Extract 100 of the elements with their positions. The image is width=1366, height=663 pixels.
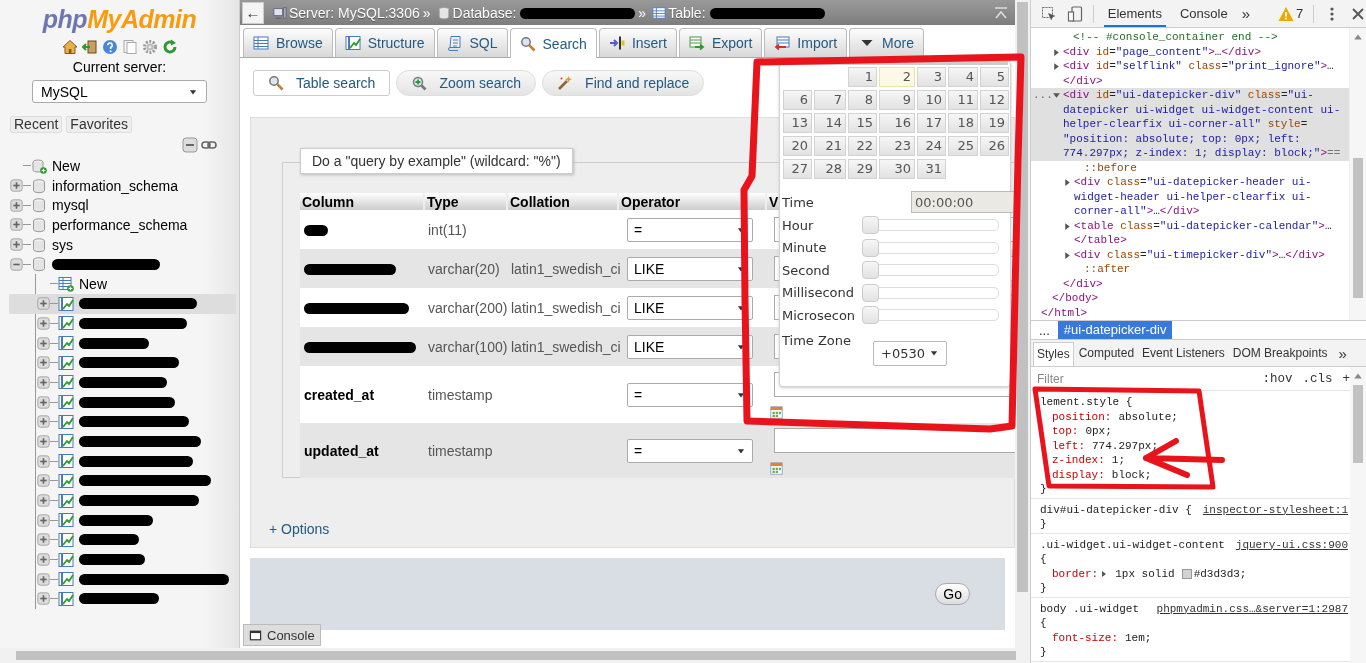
source-link[interactable]: jquery-ui.css:900 (1235, 537, 1348, 552)
slider[interactable] (862, 306, 999, 325)
warning-count[interactable]: 7 (1296, 6, 1304, 21)
expander-icon[interactable] (10, 238, 23, 252)
tab[interactable]: Insert (598, 28, 677, 57)
sidebar-button[interactable]: Recent (10, 116, 63, 133)
expander-icon[interactable] (37, 592, 50, 606)
dom-node[interactable]: <table class="ui-datepicker-calendar">… </table> (1031, 218, 1349, 248)
path-item[interactable]: #ui-datepicker-div (1057, 321, 1173, 339)
color-swatch[interactable] (1181, 568, 1192, 579)
expander-icon[interactable] (37, 415, 50, 429)
dom-node[interactable]: ::before (1031, 160, 1349, 175)
filter-field[interactable]: Filter (1037, 371, 1253, 386)
tab[interactable]: SQL (436, 28, 508, 57)
calendar-day[interactable]: 20 (783, 136, 812, 156)
toolbar-button[interactable]: + (1342, 371, 1350, 386)
expander-icon[interactable] (10, 198, 23, 212)
slider[interactable] (862, 283, 999, 302)
tree-item[interactable]: sys (52, 236, 73, 253)
dom-node[interactable]: </html> (1031, 305, 1349, 320)
home-icon[interactable] (61, 39, 78, 55)
tab[interactable]: Search (509, 28, 597, 58)
expander-icon[interactable] (37, 434, 50, 448)
expand-icon[interactable] (1052, 91, 1061, 100)
slider[interactable] (862, 261, 999, 280)
arrow-up-icon[interactable] (1353, 32, 1363, 42)
settings-icon[interactable] (141, 39, 158, 55)
css-property[interactable]: display: block; (1040, 467, 1152, 482)
slider-thumb[interactable] (862, 238, 879, 257)
collapse-all-icon[interactable] (182, 137, 198, 153)
calendar-day[interactable]: 24 (917, 136, 946, 156)
expand-icon[interactable] (1052, 62, 1061, 71)
operator-select[interactable]: = (627, 382, 753, 407)
calendar-day[interactable]: 1 (848, 67, 877, 87)
calendar-day[interactable]: 5 (980, 67, 1009, 87)
tree-item[interactable]: performance_schema (52, 216, 188, 233)
scrollbar[interactable] (1350, 367, 1366, 663)
css-property[interactable]: left: 774.297px; (1040, 438, 1159, 453)
expand-icon[interactable] (1063, 250, 1072, 260)
calendar-day[interactable]: 28 (814, 159, 846, 179)
calendar-day[interactable]: 2 (879, 67, 915, 87)
options-link[interactable]: + Options (269, 521, 330, 537)
dom-node[interactable]: <div class="ui-timepicker-div">…</div> (1031, 247, 1349, 262)
css-property[interactable]: font-size: 1em; (1040, 630, 1152, 645)
css-property[interactable]: top: 0px; (1040, 424, 1112, 439)
slider[interactable] (862, 238, 999, 257)
tab[interactable]: Browse (243, 28, 333, 57)
scrollbar[interactable] (1349, 28, 1366, 320)
slider-thumb[interactable] (862, 283, 879, 302)
expand-icon[interactable] (1063, 221, 1072, 231)
tree-item[interactable]: New (52, 157, 80, 174)
scrollbar-thumb[interactable] (1017, 2, 1028, 592)
expander-icon[interactable] (37, 395, 50, 409)
tree-item[interactable]: information_schema (52, 177, 179, 194)
expander-icon[interactable] (37, 454, 50, 468)
tab[interactable]: Export (678, 28, 763, 57)
slider[interactable] (862, 216, 999, 235)
more-tabs-button[interactable]: » (1241, 5, 1250, 22)
slider-thumb[interactable] (862, 216, 879, 235)
sidebar-button[interactable]: Favorites (66, 116, 132, 133)
calendar-day[interactable]: 19 (980, 113, 1009, 133)
calendar-day[interactable]: 23 (879, 136, 915, 156)
selected-row-highlight[interactable] (9, 293, 236, 314)
source-link[interactable]: phpmyadmin.css…&server=1:2987 (1156, 601, 1348, 616)
expander-icon[interactable] (10, 179, 23, 193)
calendar-day[interactable]: 14 (814, 113, 846, 133)
logo[interactable]: phpMyAdmin (42, 5, 197, 33)
more-tabs-button[interactable]: » (1338, 342, 1347, 366)
dom-node[interactable]: <div id="page_content">…</div> (1031, 44, 1349, 59)
css-property[interactable]: border: 1px solid #d3d3d3; (1040, 566, 1247, 581)
expander-icon[interactable] (37, 474, 50, 488)
expander-icon[interactable] (37, 533, 50, 547)
expander-icon[interactable] (37, 572, 50, 586)
reload-icon[interactable] (161, 39, 178, 55)
devtools-tab[interactable]: Elements (1103, 0, 1166, 27)
css-property[interactable]: position: absolute; (1040, 409, 1178, 424)
calendar-icon[interactable] (770, 462, 783, 475)
expander-icon[interactable] (37, 336, 50, 350)
expander-icon[interactable] (10, 218, 23, 232)
time-field[interactable]: 00:00:00 (911, 191, 1015, 213)
styles-tab[interactable]: Styles (1033, 342, 1074, 366)
dom-node[interactable]: ... <div id="ui-datepicker-div" class="ui- datepicker ui-widget ui-widget-content ui- helper-clearfix ui-corner-all" style= "position: absolute; top: 0px; left: 774.297px; z-index: 1; display: block;">== (1031, 88, 1349, 161)
tab[interactable]: More (849, 28, 924, 57)
calendar-day[interactable]: 6 (783, 90, 812, 110)
expander-icon[interactable] (37, 494, 50, 508)
styles-tab[interactable]: Event Listeners (1139, 342, 1228, 366)
calendar-day[interactable]: 22 (848, 136, 877, 156)
calendar-day[interactable]: 31 (917, 159, 946, 179)
calendar-day[interactable]: 3 (917, 67, 946, 87)
dom-node[interactable]: <div class="ui-datepicker-header ui- widget-header ui-helper-clearfix ui- corner-all">…</div> (1031, 175, 1349, 219)
device-icon[interactable] (1067, 5, 1083, 22)
collapse-icon[interactable] (993, 4, 1009, 21)
dom-node[interactable]: <!-- #console_container end --> (1031, 30, 1349, 45)
server-select[interactable]: MySQL (32, 80, 207, 103)
dom-node[interactable]: </body> (1031, 291, 1349, 306)
calendar-day[interactable]: 12 (980, 90, 1009, 110)
expander-icon[interactable] (37, 316, 50, 330)
inspect-icon[interactable] (1041, 5, 1057, 22)
calendar-day[interactable]: 21 (814, 136, 846, 156)
devtools-tab[interactable]: Console (1175, 0, 1232, 27)
